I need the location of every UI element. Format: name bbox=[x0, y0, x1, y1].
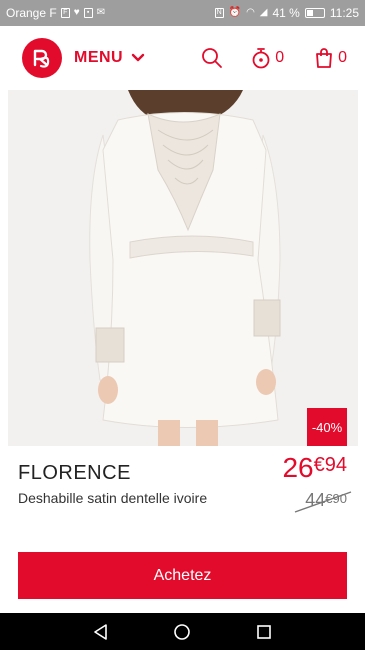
app-header: MENU 0 0 bbox=[0, 26, 365, 90]
current-price: 26 €94 bbox=[282, 452, 347, 484]
product-photo[interactable] bbox=[8, 90, 358, 446]
cart-button[interactable]: 0 bbox=[314, 47, 347, 69]
photo-icon: ▪ bbox=[83, 8, 93, 18]
chevron-down-icon[interactable] bbox=[131, 51, 145, 65]
sim-icon: F bbox=[60, 8, 70, 18]
battery-fill bbox=[306, 10, 314, 16]
shopping-bag-icon bbox=[316, 48, 332, 68]
battery-percent: 41 % bbox=[272, 6, 300, 20]
home-button[interactable] bbox=[170, 620, 194, 644]
header-actions: 0 0 bbox=[201, 47, 347, 69]
brand-logo[interactable] bbox=[22, 38, 62, 78]
back-triangle-icon bbox=[94, 623, 107, 640]
clock: 11:25 bbox=[329, 6, 359, 20]
signal-icon: ◢ bbox=[259, 7, 268, 18]
current-price-cents: €94 bbox=[313, 454, 347, 476]
discount-badge: -40% bbox=[307, 408, 347, 446]
status-bar: Orange F F ♥ ▪ ✉ N ⏰ ◠ ◢ 41 % 11:25 bbox=[0, 0, 365, 26]
home-circle-icon bbox=[174, 623, 191, 640]
status-left: Orange F F ♥ ▪ ✉ bbox=[6, 6, 105, 20]
alarm-icon: ⏰ bbox=[228, 7, 242, 18]
status-right: N ⏰ ◠ ◢ 41 % 11:25 bbox=[214, 6, 359, 20]
system-nav-bar bbox=[0, 613, 365, 650]
price-strikethrough bbox=[294, 491, 352, 513]
product-photo-illustration bbox=[8, 90, 358, 446]
product-description: Deshabille satin dentelle ivoire bbox=[18, 490, 208, 506]
reservation-timer-button[interactable]: 0 bbox=[251, 47, 284, 69]
menu-button[interactable]: MENU bbox=[74, 49, 123, 67]
logo-mark-icon bbox=[33, 49, 50, 68]
buy-button[interactable]: Achetez bbox=[18, 552, 347, 599]
mail-icon: ✉ bbox=[96, 7, 106, 18]
current-price-main: 26 bbox=[282, 452, 314, 483]
battery-icon bbox=[304, 8, 325, 18]
timer-count: 0 bbox=[275, 49, 285, 66]
carrier-label: Orange F bbox=[6, 6, 57, 20]
back-button[interactable] bbox=[89, 620, 113, 644]
heart-icon: ♥ bbox=[73, 7, 80, 18]
cart-count: 0 bbox=[338, 49, 347, 66]
recents-square-icon bbox=[257, 624, 271, 639]
wifi-icon: ◠ bbox=[246, 7, 255, 18]
stopwatch-icon bbox=[252, 48, 270, 69]
search-icon[interactable] bbox=[201, 47, 223, 69]
nfc-icon: N bbox=[214, 8, 224, 18]
recents-button[interactable] bbox=[252, 620, 276, 644]
product-name: FLORENCE bbox=[18, 462, 131, 484]
